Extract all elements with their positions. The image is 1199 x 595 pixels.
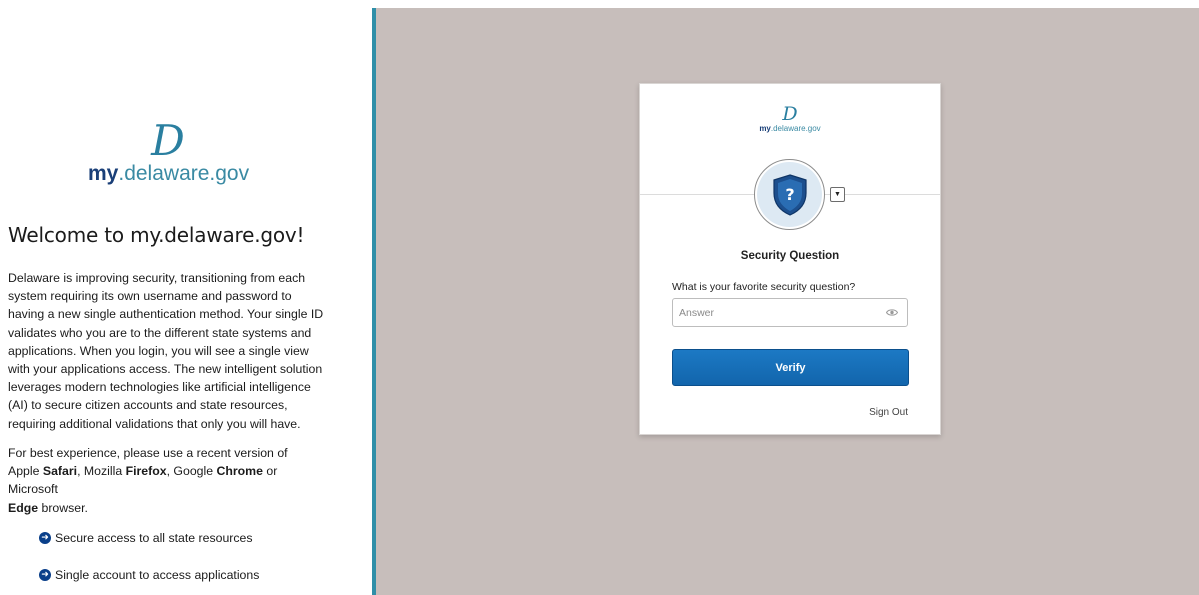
browser-safari: Safari [42, 464, 78, 479]
card-logo-glyph: D [782, 103, 798, 125]
arrow-right-circle-icon: ➜ [39, 569, 51, 581]
browser-edge: Edge [8, 500, 39, 515]
welcome-panel: D my.delaware.gov Welcome to my.delaware… [0, 0, 372, 595]
verify-button[interactable]: Verify [672, 349, 909, 386]
browser-firefox: Firefox [125, 464, 167, 479]
feature-label: Single account to access applications [55, 568, 260, 582]
security-question-label: What is your favorite security question? [672, 281, 856, 293]
show-password-eye-icon[interactable] [886, 308, 898, 317]
answer-input[interactable] [673, 299, 873, 326]
browser-recommendation: For best experience, please use a recent… [8, 446, 288, 515]
browser-chrome: Chrome [216, 464, 263, 479]
factor-dropdown-button[interactable]: ▼ [830, 187, 845, 202]
feature-item: ➜ Secure access to all state resources [39, 529, 259, 547]
feature-item: ➜ Single account to access applications [39, 566, 259, 584]
security-question-shield-icon: ? [772, 173, 807, 216]
feature-list: ➜ Secure access to all state resources ➜… [39, 529, 259, 595]
feature-label: Secure access to all state resources [55, 531, 253, 545]
intro-text: Delaware is improving security, transiti… [8, 271, 324, 431]
delaware-logo: D my.delaware.gov [88, 116, 250, 190]
delaware-logo-glyph: D [151, 116, 185, 165]
card-wordmark: my.delaware.gov [759, 124, 821, 133]
sign-out-link[interactable]: Sign Out [869, 407, 908, 418]
answer-field [672, 298, 908, 327]
welcome-title: Welcome to my.delaware.gov! [8, 223, 305, 247]
factor-badge: ? [754, 159, 825, 230]
delaware-wordmark: my.delaware.gov [88, 162, 250, 185]
card-delaware-logo: D my.delaware.gov [640, 105, 940, 134]
card-heading: Security Question [740, 250, 840, 262]
arrow-right-circle-icon: ➜ [39, 532, 51, 544]
svg-text:?: ? [785, 185, 794, 204]
security-question-card: D my.delaware.gov ? ▼ Security Question … [639, 83, 941, 435]
